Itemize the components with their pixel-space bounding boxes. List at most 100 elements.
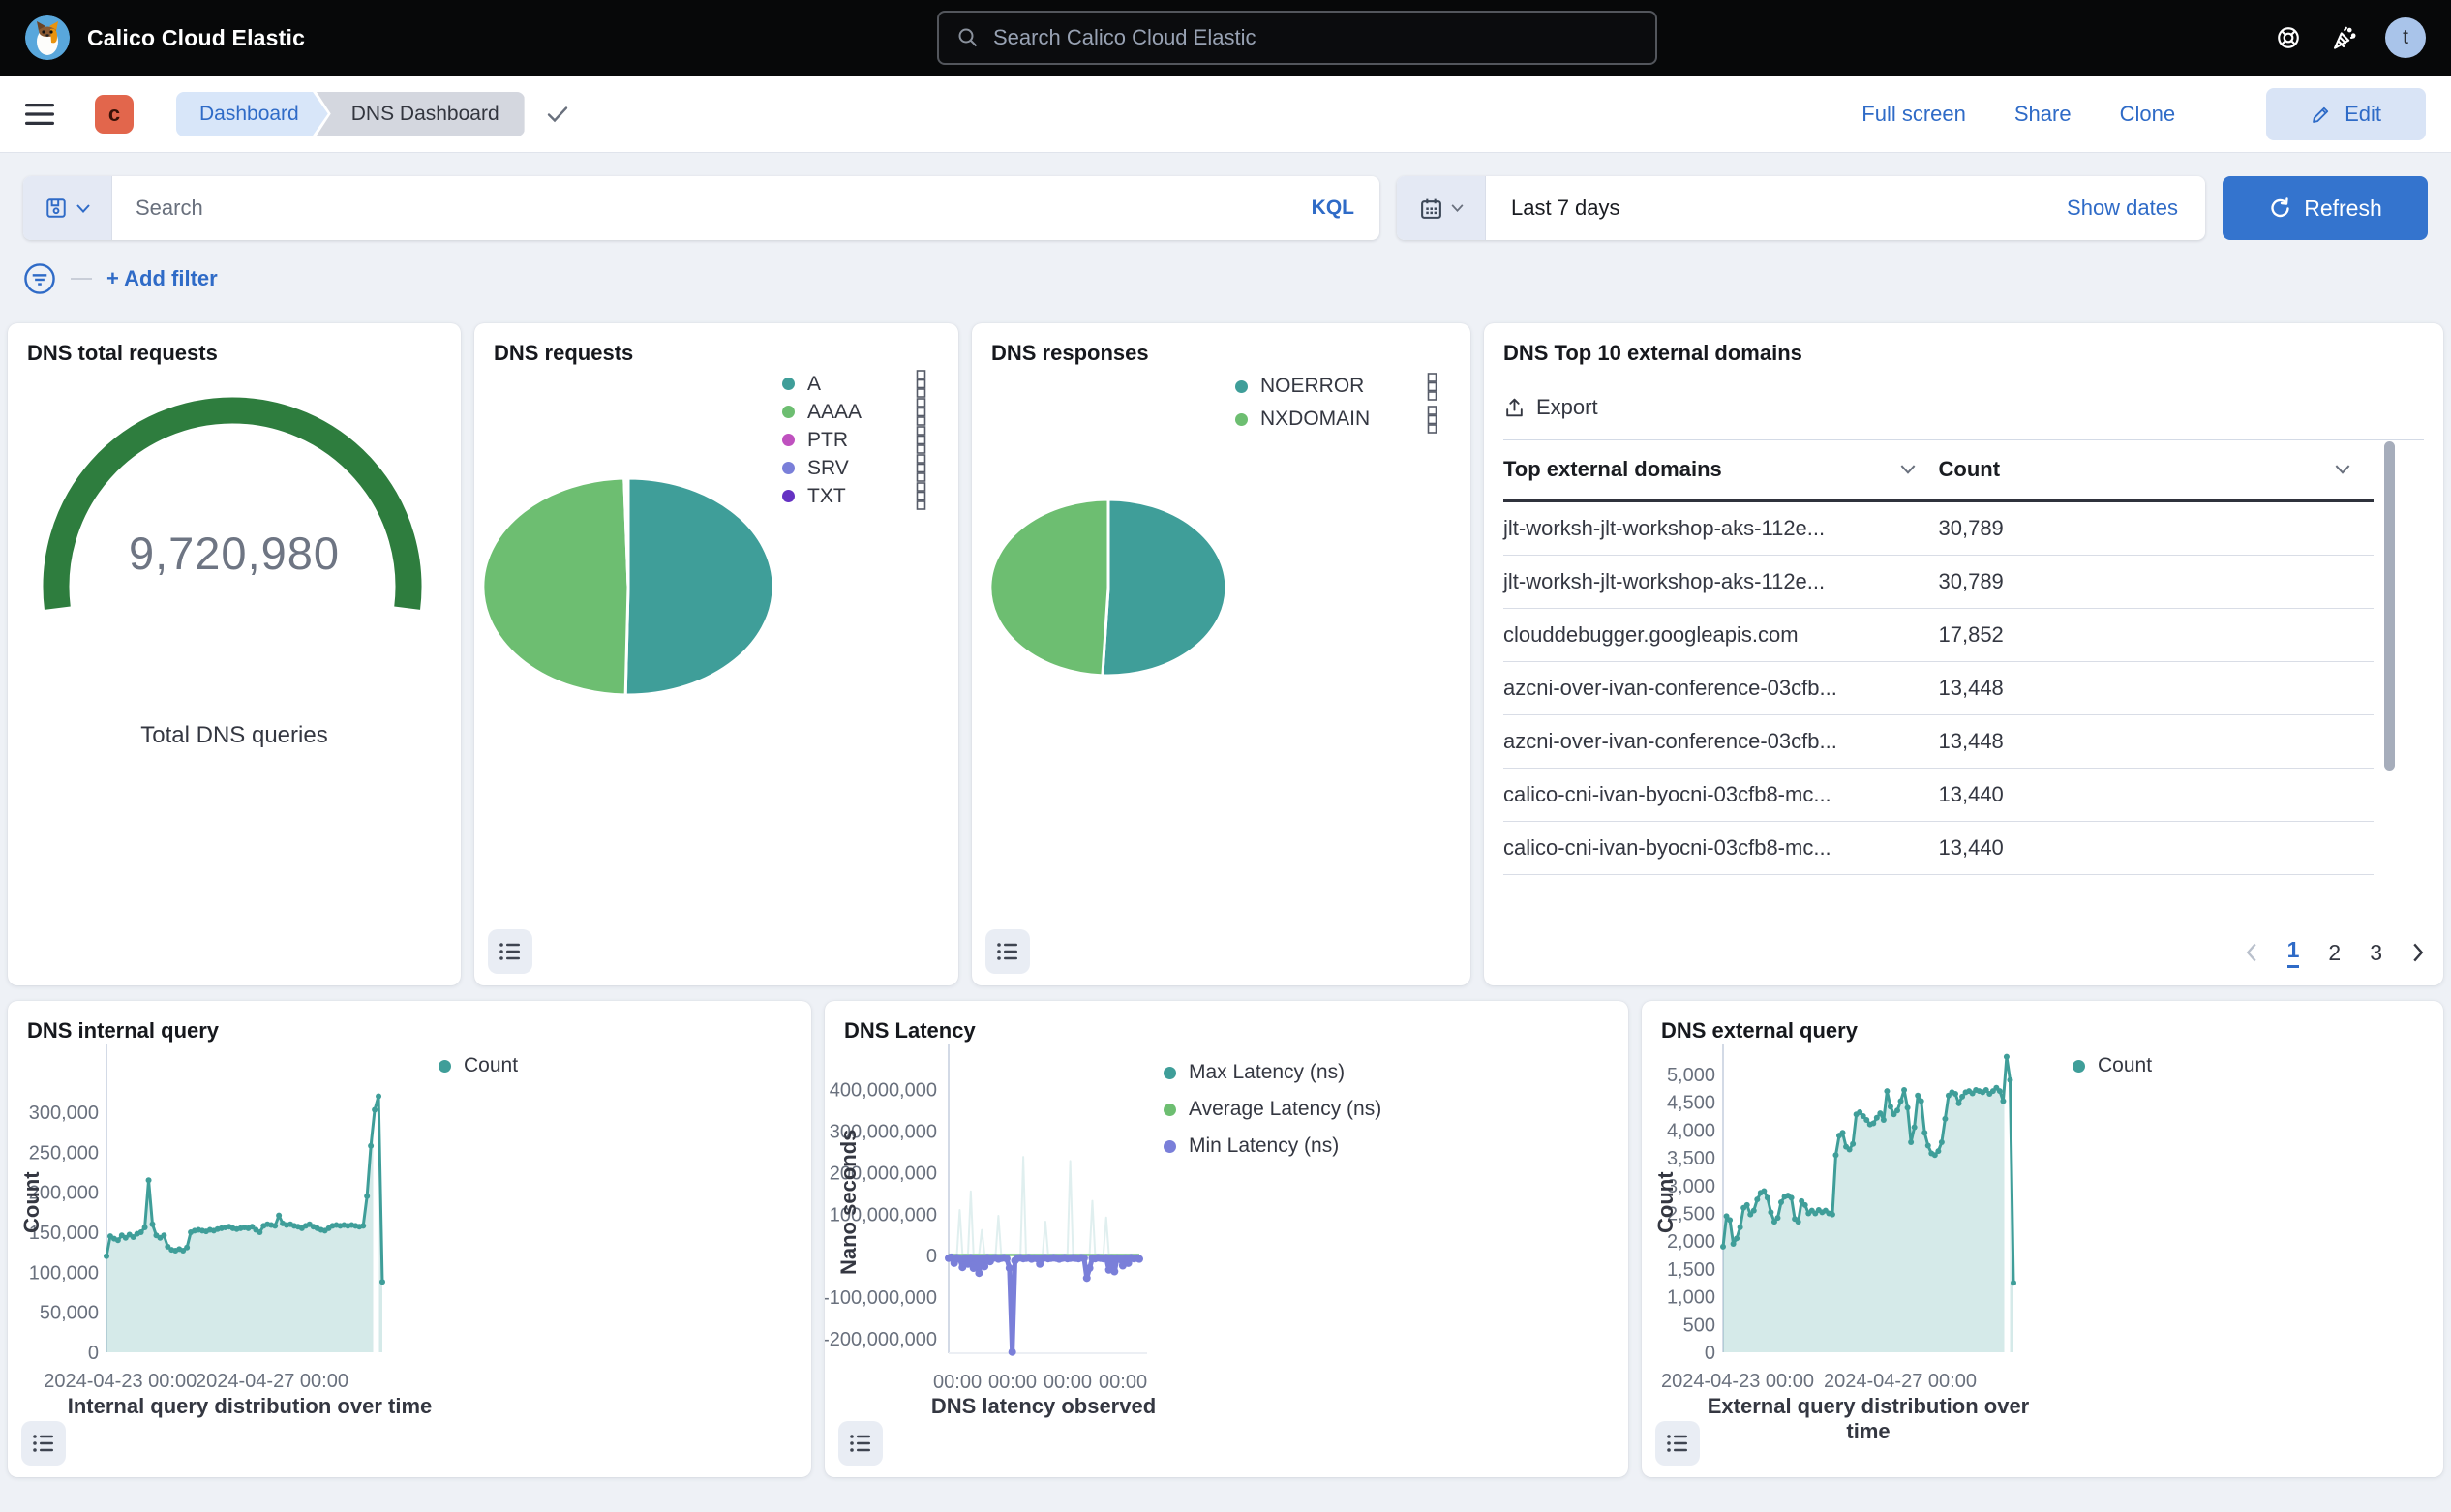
panel-data-list-button[interactable] <box>838 1421 883 1466</box>
legend-swatch <box>782 378 795 390</box>
filter-icon[interactable] <box>23 262 56 295</box>
panel-data-list-button[interactable] <box>985 929 1030 974</box>
legend-label: PTR <box>807 429 848 452</box>
svg-text:500: 500 <box>1683 1315 1715 1336</box>
legend-label: Average Latency (ns) <box>1189 1098 1381 1121</box>
cell-count: 13,448 <box>1939 715 2375 769</box>
legend-item[interactable]: AAAA <box>782 398 927 426</box>
breadcrumb-current: DNS Dashboard <box>317 92 525 136</box>
user-avatar[interactable]: t <box>2385 17 2426 58</box>
check-icon[interactable] <box>546 105 569 124</box>
saved-query-menu[interactable] <box>23 176 112 240</box>
panel-data-list-button[interactable] <box>488 929 532 974</box>
next-page-icon[interactable] <box>2411 942 2426 963</box>
pencil-icon <box>2311 103 2333 125</box>
date-quick-menu[interactable] <box>1397 176 1486 240</box>
legend-swatch <box>782 406 795 418</box>
cell-count: 30,789 <box>1939 556 2375 609</box>
cell-domain[interactable]: calico-cni-ivan-byocni-03cfb8-mc... <box>1503 822 1939 875</box>
legend-swatch <box>1235 413 1248 426</box>
legend-item[interactable]: NXDOMAIN <box>1235 403 1438 436</box>
more-actions-icon[interactable] <box>915 426 927 454</box>
column-header-domains[interactable]: Top external domains <box>1503 440 1939 501</box>
menu-icon[interactable] <box>25 103 54 126</box>
edit-button-label: Edit <box>2345 102 2381 127</box>
more-actions-icon[interactable] <box>915 482 927 510</box>
table-row[interactable]: azcni-over-ivan-conference-03cfb...13,44… <box>1503 715 2374 769</box>
column-header-count[interactable]: Count <box>1939 440 2375 501</box>
cell-domain[interactable]: azcni-over-ivan-conference-03cfb... <box>1503 662 1939 715</box>
legend-item[interactable]: Min Latency (ns) <box>1164 1128 1381 1164</box>
legend-label: Max Latency (ns) <box>1189 1061 1345 1084</box>
table-scrollbar[interactable] <box>2384 441 2395 771</box>
clone-button[interactable]: Clone <box>2120 102 2175 127</box>
chevron-down-icon[interactable] <box>2335 465 2350 474</box>
legend-item[interactable]: SRV <box>782 454 927 482</box>
space-badge[interactable]: c <box>95 95 134 134</box>
query-bar: KQL <box>23 176 1379 240</box>
show-dates-button[interactable]: Show dates <box>2067 196 2205 221</box>
more-actions-icon[interactable] <box>1426 373 1438 401</box>
more-actions-icon[interactable] <box>1426 406 1438 434</box>
table-row[interactable]: calico-cni-ivan-byocni-03cfb8-mc...13,44… <box>1503 822 2374 875</box>
time-range-value[interactable]: Last 7 days <box>1486 196 1620 221</box>
legend-label: Count <box>464 1054 518 1077</box>
legend-item[interactable]: Average Latency (ns) <box>1164 1091 1381 1128</box>
chevron-down-icon[interactable] <box>1900 465 1916 474</box>
panel-data-list-button[interactable] <box>1655 1421 1700 1466</box>
legend-item[interactable]: TXT <box>782 482 927 510</box>
legend-swatch <box>2073 1060 2085 1073</box>
page-button-3[interactable]: 3 <box>2370 940 2382 966</box>
cell-domain[interactable]: jlt-worksh-jlt-workshop-aks-112e... <box>1503 501 1939 556</box>
svg-text:2024-04-23 00:00: 2024-04-23 00:00 <box>1661 1371 1814 1392</box>
global-search[interactable] <box>937 11 1657 65</box>
page-button-2[interactable]: 2 <box>2328 940 2341 966</box>
cell-domain[interactable]: azcni-over-ivan-conference-03cfb... <box>1503 715 1939 769</box>
prev-page-icon[interactable] <box>2244 942 2258 963</box>
cell-domain[interactable]: calico-cni-ivan-byocni-03cfb8-mc... <box>1503 769 1939 822</box>
cell-domain[interactable]: clouddebugger.googleapis.com <box>1503 609 1939 662</box>
list-icon <box>994 938 1021 965</box>
table-row[interactable]: jlt-worksh-jlt-workshop-aks-112e...30,78… <box>1503 501 2374 556</box>
more-actions-icon[interactable] <box>915 398 927 426</box>
legend-item[interactable]: Count <box>2073 1054 2152 1077</box>
table-row[interactable]: jlt-worksh-jlt-workshop-aks-112e...30,78… <box>1503 556 2374 609</box>
domains-table: Top external domains Count jlt-worksh-jl… <box>1503 440 2374 875</box>
breadcrumb-dashboard[interactable]: Dashboard <box>176 92 328 136</box>
legend-item[interactable]: PTR <box>782 426 927 454</box>
kql-search-input[interactable] <box>112 176 1312 240</box>
whats-new-popper-icon[interactable] <box>2330 25 2356 51</box>
table-row[interactable]: clouddebugger.googleapis.com17,852 <box>1503 609 2374 662</box>
help-ring-icon[interactable] <box>2276 25 2301 50</box>
edit-button[interactable]: Edit <box>2266 88 2426 140</box>
global-search-input[interactable] <box>993 25 1638 50</box>
refresh-button[interactable]: Refresh <box>2223 176 2428 240</box>
legend-item[interactable]: NOERROR <box>1235 370 1438 403</box>
latency-legend: Max Latency (ns) Average Latency (ns) Min … <box>1164 1054 1381 1164</box>
kql-selector[interactable]: KQL <box>1312 197 1379 220</box>
more-actions-icon[interactable] <box>915 454 927 482</box>
export-button[interactable]: Export <box>1503 395 1598 420</box>
list-icon <box>30 1430 57 1457</box>
add-filter-button[interactable]: + Add filter <box>106 266 218 291</box>
page-button-1[interactable]: 1 <box>2287 937 2300 968</box>
export-icon <box>1503 397 1526 419</box>
svg-text:00:00: 00:00 <box>933 1372 982 1393</box>
total-requests-gauge[interactable] <box>8 323 461 985</box>
cell-domain[interactable]: jlt-worksh-jlt-workshop-aks-112e... <box>1503 556 1939 609</box>
share-button[interactable]: Share <box>2014 102 2072 127</box>
table-row[interactable]: azcni-over-ivan-conference-03cfb...13,44… <box>1503 662 2374 715</box>
legend-label: NOERROR <box>1260 375 1364 398</box>
panel-data-list-button[interactable] <box>21 1421 66 1466</box>
legend-item[interactable]: A <box>782 370 927 398</box>
legend-swatch <box>1164 1104 1176 1116</box>
more-actions-icon[interactable] <box>915 370 927 398</box>
divider <box>71 278 92 280</box>
legend-label: Count <box>2098 1054 2152 1077</box>
legend-item[interactable]: Count <box>439 1054 518 1077</box>
panel-dns-responses: DNS responses NOERRORNXDOMAIN <box>972 323 1470 985</box>
full-screen-button[interactable]: Full screen <box>1861 102 1966 127</box>
legend-item[interactable]: Max Latency (ns) <box>1164 1054 1381 1091</box>
table-row[interactable]: calico-cni-ivan-byocni-03cfb8-mc...13,44… <box>1503 769 2374 822</box>
cell-count: 13,440 <box>1939 822 2375 875</box>
